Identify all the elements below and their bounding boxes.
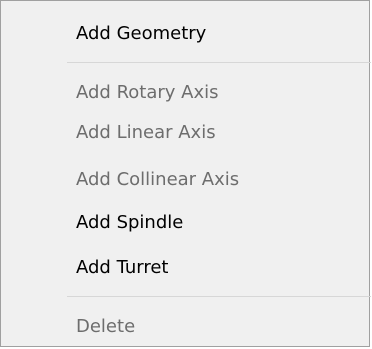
menu-separator bbox=[67, 296, 371, 297]
menu-item-add-turret[interactable]: Add Turret bbox=[76, 256, 168, 280]
menu-item-add-collinear-axis: Add Collinear Axis bbox=[76, 169, 240, 190]
menu-item-add-rotary-axis: Add Rotary Axis bbox=[76, 82, 219, 103]
menu-item-add-geometry[interactable]: Add Geometry bbox=[76, 22, 206, 46]
menu-separator bbox=[67, 62, 371, 63]
menu-item-add-linear-axis: Add Linear Axis bbox=[76, 122, 216, 143]
menu-item-add-spindle[interactable]: Add Spindle bbox=[76, 211, 183, 235]
menu-item-delete: Delete bbox=[76, 316, 136, 337]
context-menu: Add Geometry Add Rotary Axis Add Linear … bbox=[0, 0, 371, 347]
